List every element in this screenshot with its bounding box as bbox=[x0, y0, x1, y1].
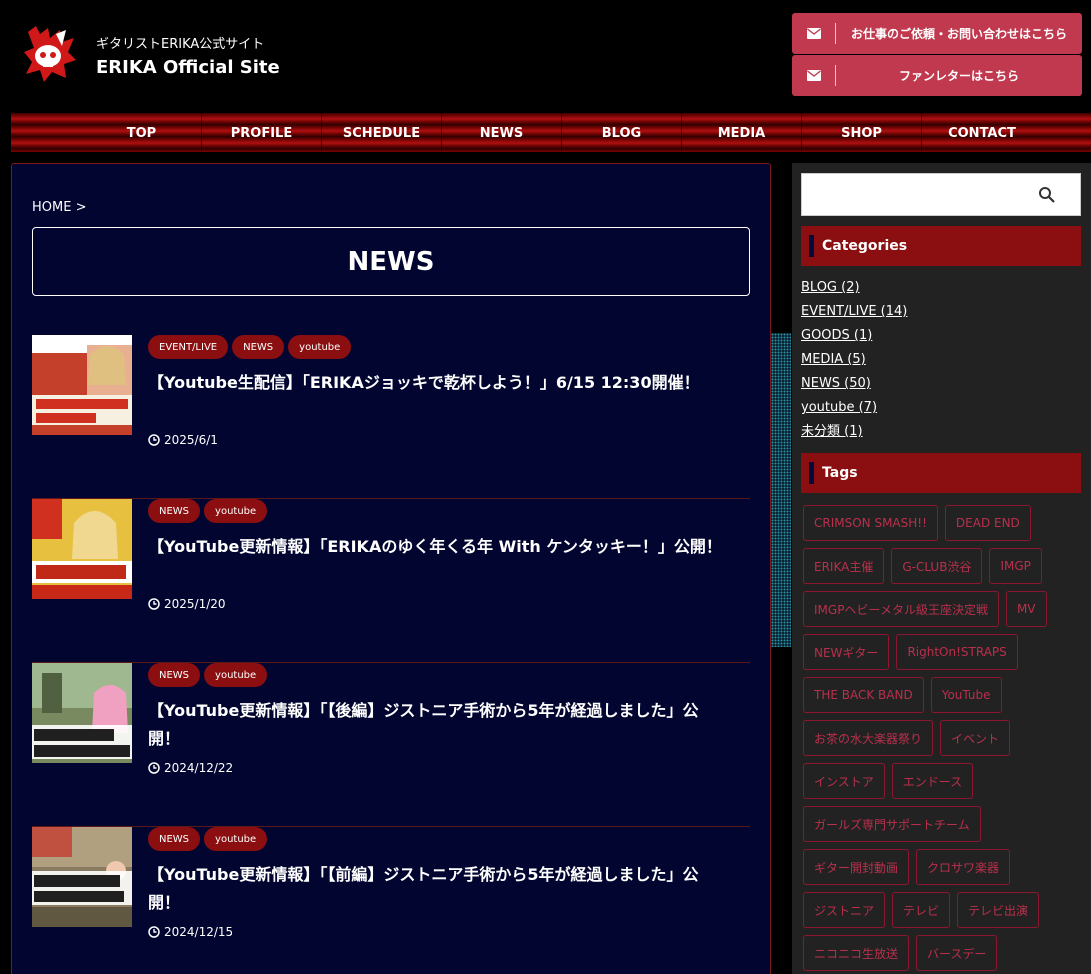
category-badge[interactable]: youtube bbox=[204, 827, 268, 851]
contact-request-button[interactable]: お仕事のご依頼・お問い合わせはこちら bbox=[792, 13, 1082, 54]
main-content: HOME > NEWS EVENT/LIVE NEWS youtube 【You… bbox=[11, 163, 771, 974]
post-date-text: 2025/1/20 bbox=[164, 597, 226, 611]
post-title[interactable]: 【YouTube更新情報】「【後編】ジストニア手術から5年が経過しました」公開！ bbox=[148, 697, 728, 753]
mail-icon bbox=[792, 23, 836, 44]
clock-icon bbox=[148, 598, 160, 610]
category-badge[interactable]: youtube bbox=[204, 663, 268, 687]
post-categories: EVENT/LIVE NEWS youtube bbox=[148, 335, 352, 359]
post-date: 2024/12/15 bbox=[148, 925, 233, 939]
category-badge[interactable]: NEWS bbox=[148, 499, 201, 523]
tag-link[interactable]: テレビ出演 bbox=[957, 892, 1040, 928]
clock-icon bbox=[148, 926, 160, 938]
post-date-text: 2024/12/22 bbox=[164, 761, 234, 775]
tag-link[interactable]: RightOn!STRAPS bbox=[896, 634, 1018, 670]
nav-contact[interactable]: CONTACT bbox=[922, 113, 1042, 153]
post-categories: NEWS youtube bbox=[148, 663, 268, 687]
category-link-media[interactable]: MEDIA (5) bbox=[801, 348, 907, 372]
tag-link[interactable]: CRIMSON SMASH!! bbox=[803, 505, 938, 541]
search-input[interactable] bbox=[801, 173, 1081, 216]
tag-link[interactable]: IMGP bbox=[989, 548, 1042, 584]
tag-link[interactable]: イベント bbox=[940, 720, 1011, 756]
tag-link[interactable]: ガールズ専門サポートチーム bbox=[803, 806, 981, 842]
category-list: BLOG (2) EVENT/LIVE (14) GOODS (1) MEDIA… bbox=[801, 276, 907, 444]
category-link-event-live[interactable]: EVENT/LIVE (14) bbox=[801, 300, 907, 324]
tag-link[interactable]: YouTube bbox=[930, 677, 1002, 713]
category-badge[interactable]: NEWS bbox=[148, 827, 201, 851]
tag-link[interactable]: エンドース bbox=[891, 763, 974, 799]
fan-letter-button[interactable]: ファンレターはこちら bbox=[792, 55, 1082, 96]
clock-icon bbox=[148, 762, 160, 774]
tag-link[interactable]: ギター開封動画 bbox=[803, 849, 910, 885]
tag-link[interactable]: バースデー bbox=[916, 935, 998, 971]
site-logo[interactable] bbox=[22, 24, 78, 84]
tag-link[interactable]: DEAD END bbox=[944, 505, 1031, 541]
fan-letter-label: ファンレターはこちら bbox=[898, 69, 1019, 83]
nav-schedule[interactable]: SCHEDULE bbox=[322, 113, 442, 153]
nav-media[interactable]: MEDIA bbox=[682, 113, 802, 153]
post-title[interactable]: 【YouTube更新情報】「ERIKAのゆく年くる年 With ケンタッキー！」… bbox=[148, 533, 728, 561]
post-thumbnail[interactable] bbox=[32, 499, 132, 599]
post-thumbnail[interactable] bbox=[32, 663, 132, 763]
clock-icon bbox=[148, 434, 160, 446]
tag-link[interactable]: G-CLUB渋谷 bbox=[891, 548, 983, 584]
tag-link[interactable]: テレビ bbox=[892, 892, 951, 928]
news-post[interactable]: NEWS youtube 【YouTube更新情報】「【後編】ジストニア手術から… bbox=[32, 663, 750, 827]
tag-cloud: CRIMSON SMASH!! DEAD END ERIKA主催 G-CLUB渋… bbox=[803, 505, 1085, 971]
tag-link[interactable]: MV bbox=[1005, 591, 1047, 627]
category-link-youtube[interactable]: youtube (7) bbox=[801, 396, 907, 420]
news-post[interactable]: NEWS youtube 【YouTube更新情報】「【前編】ジストニア手術から… bbox=[32, 827, 750, 974]
tag-link[interactable]: THE BACK BAND bbox=[803, 677, 924, 713]
tag-link[interactable]: クロサワ楽器 bbox=[916, 849, 1011, 885]
post-date: 2024/12/22 bbox=[148, 761, 233, 775]
mail-icon bbox=[792, 65, 836, 86]
tags-widget-title: Tags bbox=[801, 453, 1081, 493]
category-link-blog[interactable]: BLOG (2) bbox=[801, 276, 907, 300]
page-title: NEWS bbox=[32, 227, 750, 296]
tag-link[interactable]: ERIKA主催 bbox=[803, 548, 885, 584]
post-date: 2025/1/20 bbox=[148, 597, 226, 611]
post-categories: NEWS youtube bbox=[148, 499, 268, 523]
tag-link[interactable]: NEWギター bbox=[803, 634, 890, 670]
news-post[interactable]: EVENT/LIVE NEWS youtube 【Youtube生配信】「ERI… bbox=[32, 335, 750, 499]
tag-link[interactable]: ニコニコ生放送 bbox=[803, 935, 910, 971]
nav-top[interactable]: TOP bbox=[82, 113, 202, 153]
nav-blog[interactable]: BLOG bbox=[562, 113, 682, 153]
breadcrumb[interactable]: HOME > bbox=[32, 200, 86, 215]
news-post[interactable]: NEWS youtube 【YouTube更新情報】「ERIKAのゆく年くる年 … bbox=[32, 499, 750, 663]
post-date-text: 2024/12/15 bbox=[164, 925, 234, 939]
post-date: 2025/6/1 bbox=[148, 433, 218, 447]
site-title[interactable]: ERIKA Official Site bbox=[96, 57, 280, 78]
category-link-news[interactable]: NEWS (50) bbox=[801, 372, 907, 396]
nav-news[interactable]: NEWS bbox=[442, 113, 562, 153]
nav-profile[interactable]: PROFILE bbox=[202, 113, 322, 153]
search-icon[interactable] bbox=[1038, 186, 1056, 204]
category-badge[interactable]: youtube bbox=[204, 499, 268, 523]
sidebar: Categories BLOG (2) EVENT/LIVE (14) GOOD… bbox=[792, 163, 1091, 974]
post-date-text: 2025/6/1 bbox=[164, 433, 218, 447]
tag-link[interactable]: インストア bbox=[803, 763, 885, 799]
post-categories: NEWS youtube bbox=[148, 827, 268, 851]
post-thumbnail[interactable] bbox=[32, 827, 132, 927]
category-badge[interactable]: EVENT/LIVE bbox=[148, 335, 229, 359]
post-title[interactable]: 【YouTube更新情報】「【前編】ジストニア手術から5年が経過しました」公開！ bbox=[148, 861, 728, 917]
tag-link[interactable]: IMGPヘビーメタル級王座決定戦 bbox=[803, 591, 999, 627]
nav-shop[interactable]: SHOP bbox=[802, 113, 922, 153]
category-badge[interactable]: youtube bbox=[288, 335, 352, 359]
tag-link[interactable]: ジストニア bbox=[803, 892, 886, 928]
post-title[interactable]: 【Youtube生配信】「ERIKAジョッキで乾杯しよう！」6/15 12:30… bbox=[148, 369, 728, 397]
category-badge[interactable]: NEWS bbox=[148, 663, 201, 687]
decorative-dot-pattern bbox=[771, 333, 791, 647]
contact-request-label: お仕事のご依頼・お問い合わせはこちら bbox=[850, 27, 1067, 41]
site-subtitle: ギタリストERIKA公式サイト bbox=[96, 37, 265, 52]
tag-link[interactable]: お茶の水大楽器祭り bbox=[803, 720, 934, 756]
post-thumbnail[interactable] bbox=[32, 335, 132, 435]
category-link-goods[interactable]: GOODS (1) bbox=[801, 324, 907, 348]
site-header: ギタリストERIKA公式サイト ERIKA Official Site お仕事の… bbox=[0, 0, 1091, 112]
category-link-uncategorized[interactable]: 未分類 (1) bbox=[801, 420, 907, 444]
global-nav: TOP PROFILE SCHEDULE NEWS BLOG MEDIA SHO… bbox=[11, 112, 1091, 153]
category-badge[interactable]: NEWS bbox=[232, 335, 285, 359]
categories-widget-title: Categories bbox=[801, 226, 1081, 266]
